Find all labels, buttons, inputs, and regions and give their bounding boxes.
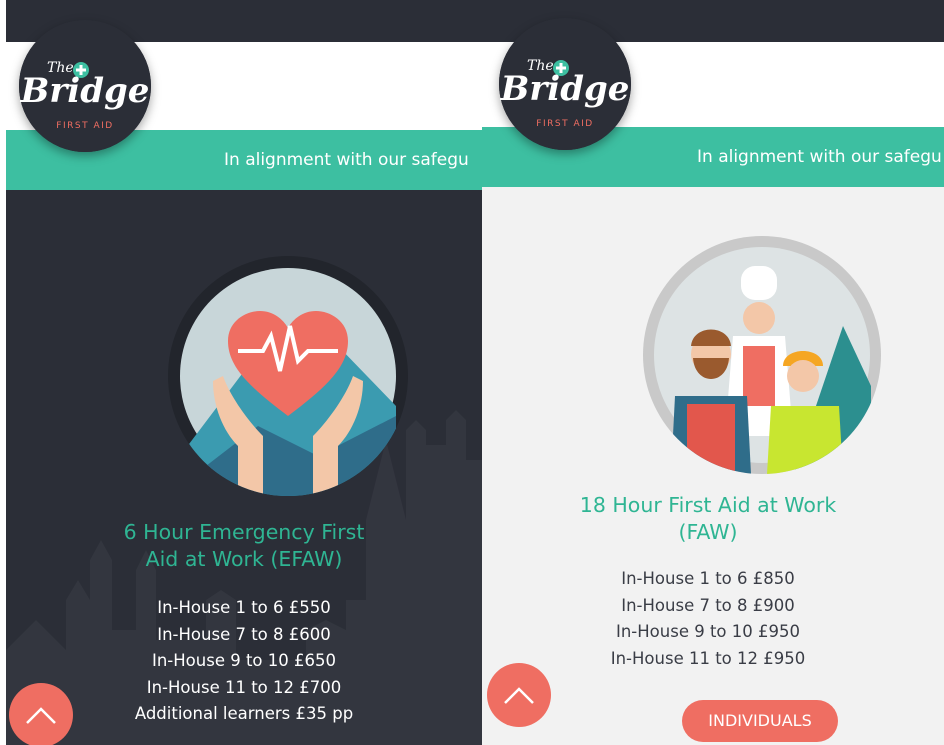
brand-logo[interactable]: The Bridge FIRST AID — [499, 18, 631, 150]
course-image-faw — [643, 236, 881, 474]
course-title-line2: (FAW) — [678, 520, 738, 544]
banner-text: In alignment with our safegu — [697, 147, 942, 167]
bridge-logo-icon: The Bridge FIRST AID — [19, 20, 151, 152]
workers-icon — [654, 247, 871, 474]
price-item: In-House 7 to 8 £900 — [621, 595, 795, 615]
course-title-line2: Aid at Work (EFAW) — [145, 547, 343, 571]
scroll-to-top-button[interactable] — [9, 683, 73, 745]
brand-logo[interactable]: The Bridge FIRST AID — [19, 20, 151, 152]
chevron-up-icon — [26, 707, 56, 724]
right-screenshot: In alignment with our safegu The Bridge … — [482, 0, 944, 745]
logo-main-text: Bridge — [500, 69, 630, 109]
logo-main-text: Bridge — [20, 71, 150, 111]
logo-subtitle-text: FIRST AID — [536, 119, 593, 129]
price-list-faw: In-House 1 to 6 £850 In-House 7 to 8 £90… — [482, 566, 944, 672]
price-item: In-House 11 to 12 £700 — [146, 677, 342, 697]
bridge-logo-icon: The Bridge FIRST AID — [499, 18, 631, 150]
price-item: In-House 11 to 12 £950 — [610, 648, 806, 668]
course-title-line1: 6 Hour Emergency First — [123, 520, 365, 544]
course-image-efaw — [168, 256, 408, 496]
price-item: In-House 7 to 8 £600 — [157, 624, 331, 644]
price-item: Additional learners £35 pp — [134, 704, 354, 723]
chevron-up-icon — [504, 687, 534, 704]
heart-in-hands-icon — [180, 268, 396, 496]
banner-text: In alignment with our safegu — [224, 150, 469, 170]
course-title-line1: 18 Hour First Aid at Work — [579, 493, 837, 517]
price-item: In-House 9 to 10 £650 — [151, 651, 336, 670]
scroll-to-top-button[interactable] — [487, 663, 551, 727]
course-title-efaw[interactable]: 6 Hour Emergency First Aid at Work (EFAW… — [6, 519, 482, 573]
price-item: In-House 1 to 6 £850 — [621, 569, 795, 588]
price-item: In-House 1 to 6 £550 — [157, 598, 331, 617]
left-screenshot: In alignment with our safegu The Bridge … — [0, 0, 482, 745]
individuals-button[interactable]: INDIVIDUALS — [682, 700, 838, 742]
price-item: In-House 9 to 10 £950 — [615, 622, 800, 641]
logo-subtitle-text: FIRST AID — [56, 121, 113, 131]
course-title-faw[interactable]: 18 Hour First Aid at Work (FAW) — [482, 492, 944, 546]
price-list-efaw: In-House 1 to 6 £550 In-House 7 to 8 £60… — [6, 595, 482, 728]
